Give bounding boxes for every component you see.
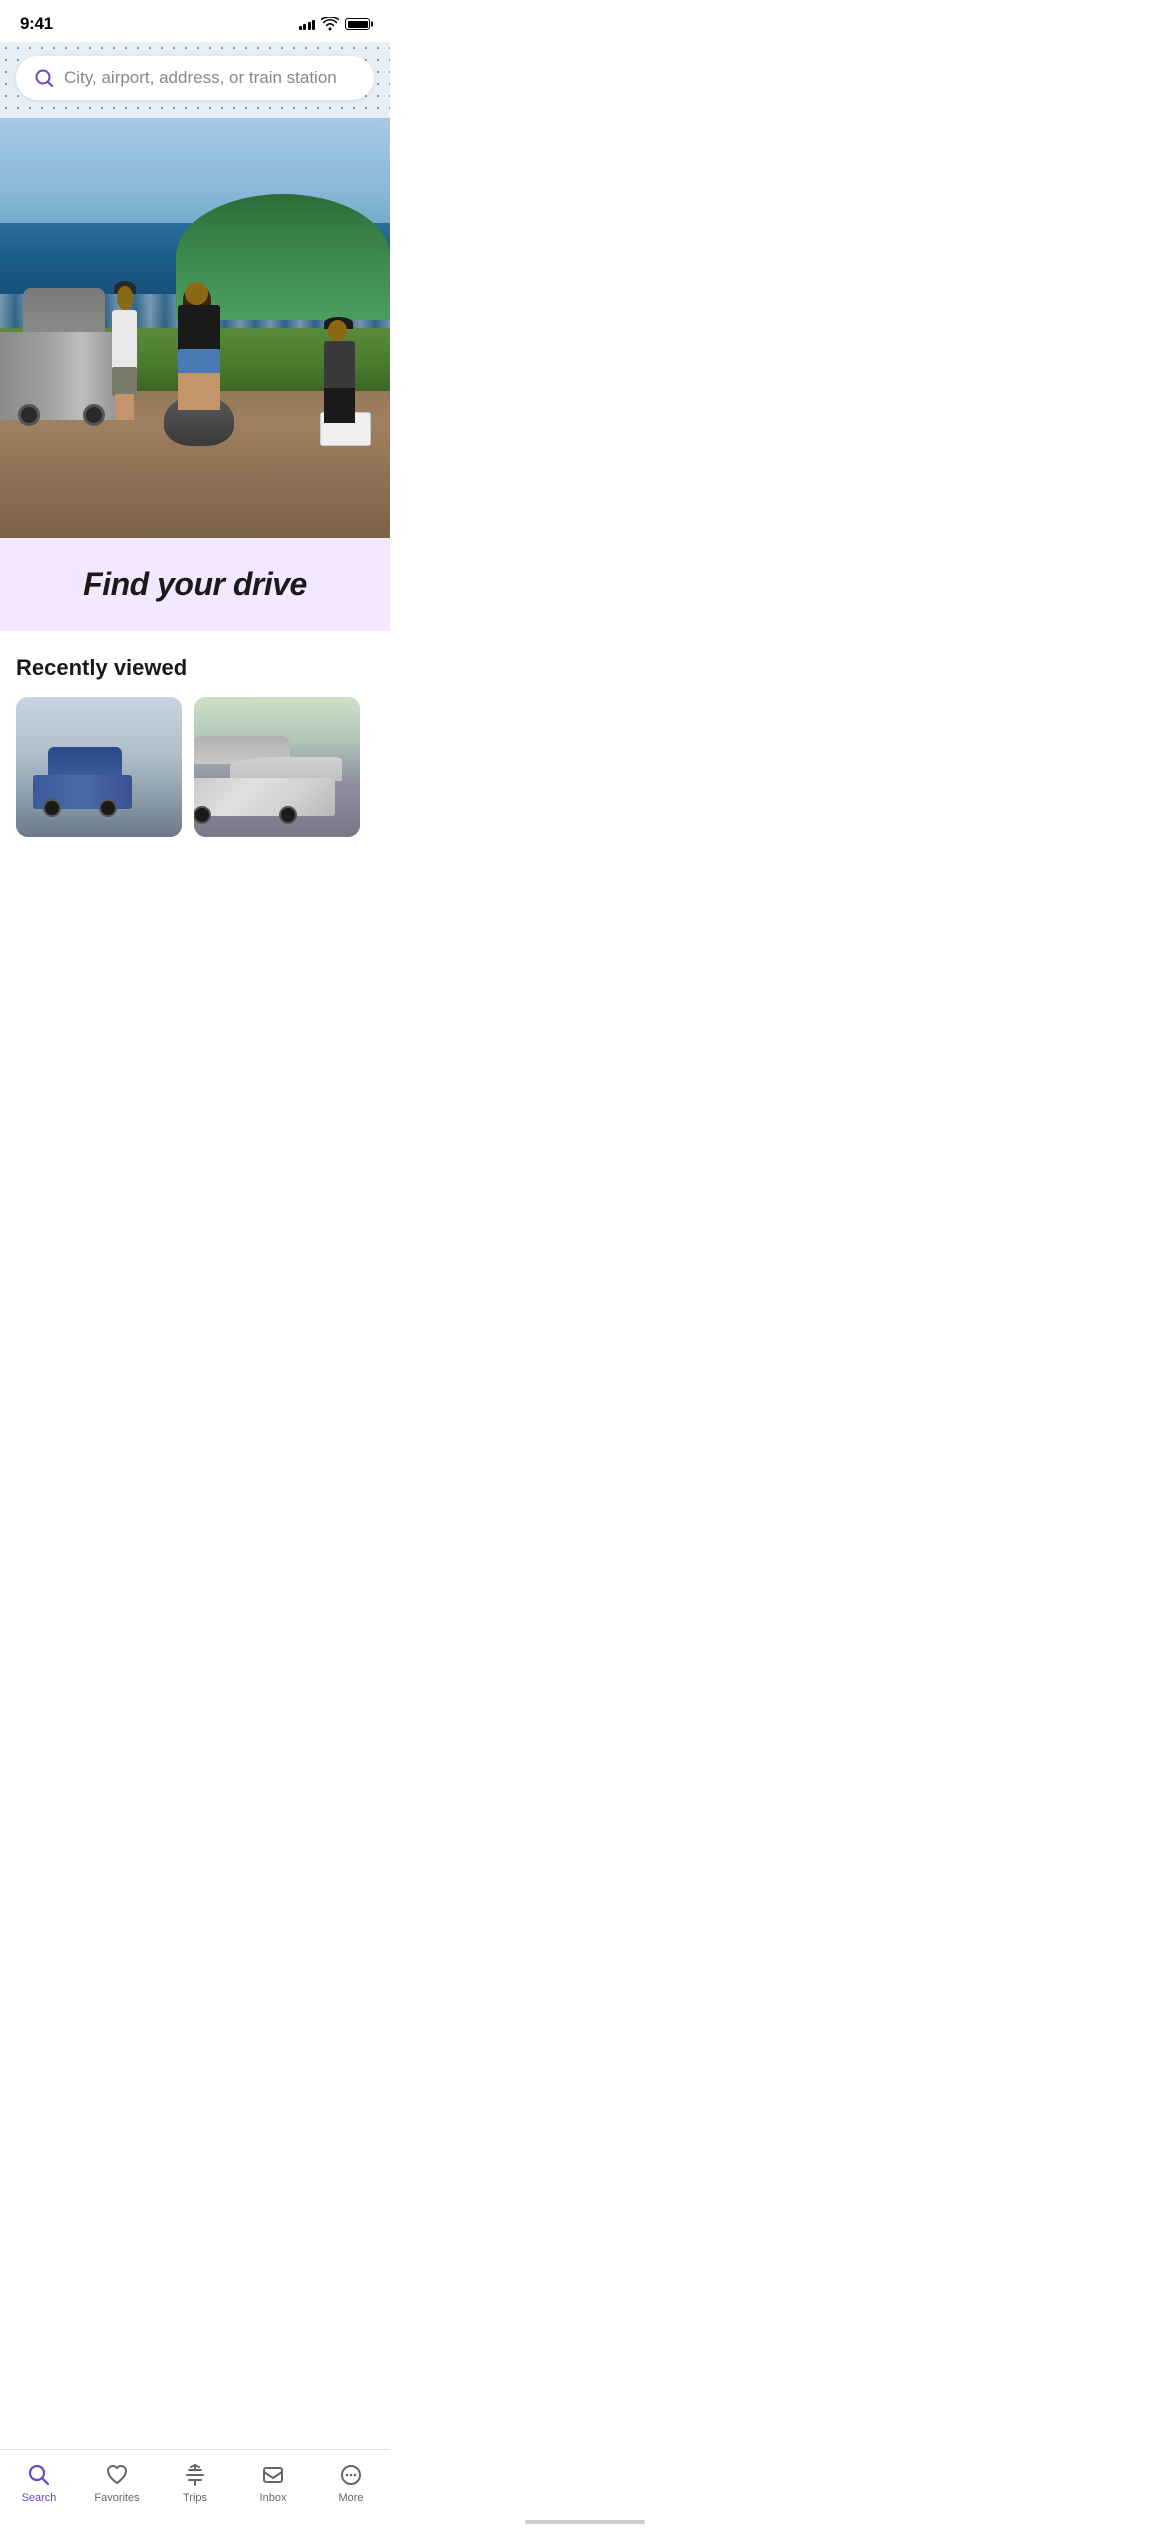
- nav-item-inbox[interactable]: Inbox: [243, 2462, 303, 2504]
- nav-item-trips[interactable]: Trips: [165, 2462, 225, 2504]
- person-2: [176, 282, 223, 429]
- heart-nav-icon: [104, 2462, 130, 2488]
- person-1: [109, 286, 140, 420]
- home-indicator: [525, 2520, 645, 2524]
- battery-icon: [345, 18, 370, 30]
- inbox-nav-label: Inbox: [260, 2492, 287, 2504]
- car-card-1[interactable]: [16, 697, 182, 837]
- header-section: City, airport, address, or train station: [0, 42, 390, 118]
- hero-image: [0, 118, 390, 538]
- nav-item-more[interactable]: More: [321, 2462, 381, 2504]
- promo-banner: Find your drive: [0, 538, 390, 631]
- trips-nav-label: Trips: [183, 2492, 207, 2504]
- search-icon: [34, 68, 54, 88]
- hero-car: [0, 294, 117, 420]
- recently-viewed-grid: [16, 697, 374, 837]
- bottom-navigation: Search Favorites Trips Inbox: [0, 2449, 390, 2532]
- recently-viewed-section: Recently viewed: [0, 631, 390, 853]
- signal-icon: [299, 18, 316, 30]
- inbox-nav-icon: [260, 2462, 286, 2488]
- search-nav-label: Search: [22, 2492, 57, 2504]
- promo-title: Find your drive: [20, 566, 370, 603]
- trips-nav-icon: [182, 2462, 208, 2488]
- wifi-icon: [321, 17, 339, 31]
- nav-item-search[interactable]: Search: [9, 2462, 69, 2504]
- car-card-2[interactable]: [194, 697, 360, 837]
- status-icons: [299, 17, 371, 31]
- recently-viewed-title: Recently viewed: [16, 655, 374, 681]
- search-nav-icon: [26, 2462, 52, 2488]
- nav-item-favorites[interactable]: Favorites: [87, 2462, 147, 2504]
- favorites-nav-label: Favorites: [94, 2492, 139, 2504]
- search-placeholder: City, airport, address, or train station: [64, 68, 337, 88]
- search-bar[interactable]: City, airport, address, or train station: [16, 56, 374, 100]
- person-3: [320, 320, 359, 438]
- status-bar: 9:41: [0, 0, 390, 42]
- more-nav-label: More: [338, 2492, 363, 2504]
- more-nav-icon: [338, 2462, 364, 2488]
- status-time: 9:41: [20, 14, 53, 34]
